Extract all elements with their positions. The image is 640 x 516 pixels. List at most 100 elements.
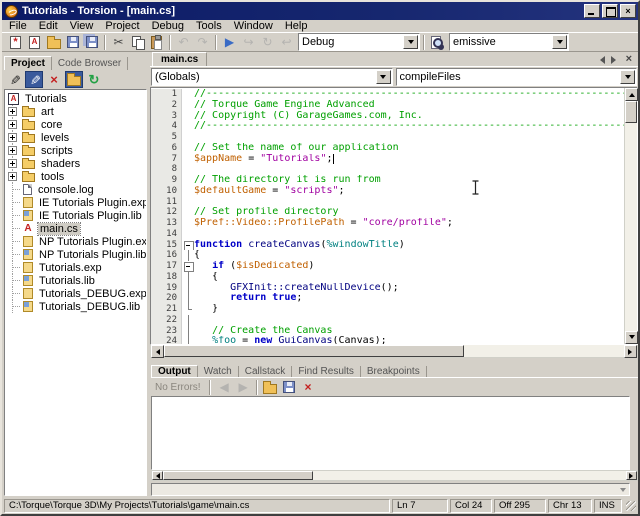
tree-item-np-tutorials-plugin-exp[interactable]: NP Tutorials Plugin.exp [5,235,146,248]
refresh-icon[interactable]: ↻ [85,71,103,88]
menu-item-edit[interactable]: Edit [33,20,64,32]
tab-scroll-left-icon[interactable] [596,56,605,64]
tree-item-tutorials-exp[interactable]: Tutorials.exp [5,261,146,274]
tree-item-core[interactable]: core [5,118,146,131]
expand-icon[interactable] [8,172,17,181]
scroll-right-icon[interactable] [624,345,637,358]
open-icon[interactable] [45,34,62,50]
editor-vertical-scrollbar[interactable] [624,88,637,344]
sidebar-tab-project[interactable]: Project [4,56,52,70]
fold-toggle-icon[interactable] [181,240,194,251]
scope-combo[interactable]: (Globals) [151,68,393,86]
menu-item-file[interactable]: File [3,20,33,32]
debug-config-combo[interactable]: Debug [298,33,420,51]
expand-icon[interactable] [8,107,17,116]
minimize-button[interactable] [584,4,600,18]
dock-tab-output[interactable]: Output [151,365,198,377]
debug-config-dropdown-button[interactable] [403,35,418,49]
new-script-icon[interactable] [7,34,24,50]
search-dropdown-button[interactable] [552,35,567,49]
expand-icon[interactable] [8,159,17,168]
output-console[interactable] [151,396,630,470]
search-combo[interactable]: emissive [449,33,569,51]
command-entry[interactable] [151,483,630,496]
output-scroll-thumb[interactable] [163,471,313,480]
copy-icon[interactable] [129,34,146,50]
scroll-up-icon[interactable] [625,88,638,101]
tree-item-art[interactable]: art [5,105,146,118]
code-line-5: 5 [151,132,624,143]
menu-item-project[interactable]: Project [99,20,145,32]
scope-dropdown-button[interactable] [376,70,391,84]
tree-item-levels[interactable]: levels [5,131,146,144]
output-scroll-right-icon[interactable] [626,471,637,480]
sidebar-tabs: ProjectCode Browser [4,54,147,70]
scroll-left-icon[interactable] [151,345,164,358]
resize-grip[interactable] [624,499,637,512]
close-button[interactable]: × [620,4,636,18]
open-log-icon[interactable] [262,379,279,395]
tab-close-icon[interactable]: × [626,55,632,64]
tree-item-ie-tutorials-plugin-lib[interactable]: IE Tutorials Plugin.lib [5,209,146,222]
project-icon [8,93,19,105]
open-project-folder-icon[interactable] [65,71,83,88]
tree-item-console-log[interactable]: console.log [5,183,146,196]
command-entry-dropdown-icon [620,488,626,495]
menu-item-tools[interactable]: Tools [190,20,228,32]
scroll-down-icon[interactable] [625,331,638,344]
output-horizontal-scrollbar[interactable] [151,470,638,481]
tree-item-scripts[interactable]: scripts [5,144,146,157]
save-log-icon[interactable] [281,379,298,395]
horizontal-scroll-thumb[interactable] [164,345,464,357]
save-all-icon[interactable] [83,34,100,50]
dock-tab-find-results[interactable]: Find Results [292,366,361,377]
menu-item-help[interactable]: Help [279,20,314,32]
menu-item-window[interactable]: Window [228,20,279,32]
tree-item-shaders[interactable]: shaders [5,157,146,170]
tab-scroll-right-icon[interactable] [611,56,620,64]
remove-item-icon[interactable]: × [45,71,63,88]
function-dropdown-button[interactable] [620,70,635,84]
cut-icon[interactable]: ✂ [110,34,127,50]
output-scroll-left-icon[interactable] [152,471,163,480]
sidebar-tab-code-browser[interactable]: Code Browser [52,57,128,70]
dock-tab-watch[interactable]: Watch [198,366,239,377]
find-in-files-icon[interactable] [429,34,446,50]
code-line-9: 9// The directory it is run from [151,175,624,186]
maximize-button[interactable] [602,4,618,18]
tree-item-tutorials-debug-lib[interactable]: Tutorials_DEBUG.lib [5,300,146,313]
code-text: %foo = new GuiCanvas(Canvas); [194,336,624,344]
status-file-path: C:\Torque\Torque 3D\My Projects\Tutorial… [4,499,390,513]
code-text [194,229,624,240]
code-editor[interactable]: 1//-------------------------------------… [151,88,624,344]
fold-toggle-icon[interactable] [181,261,194,272]
clear-log-icon[interactable]: × [300,379,317,395]
paste-icon[interactable] [148,34,165,50]
tree-item-np-tutorials-plugin-lib[interactable]: NP Tutorials Plugin.lib [5,248,146,261]
editor-tab-main-cs[interactable]: main.cs [152,52,207,66]
editor-horizontal-scrollbar[interactable] [150,345,638,358]
save-icon[interactable] [64,34,81,50]
edit-scripts-icon[interactable]: ✎ [25,71,43,88]
run-icon[interactable]: ▶ [221,34,238,50]
new-project-icon[interactable] [26,34,43,50]
expand-icon[interactable] [8,133,17,142]
dock-tab-callstack[interactable]: Callstack [239,366,293,377]
vertical-scroll-thumb[interactable] [625,101,637,123]
tree-item-tutorials-debug-exp[interactable]: Tutorials_DEBUG.exp [5,287,146,300]
line-number: 8 [151,164,181,175]
tree-item-tools[interactable]: tools [5,170,146,183]
tree-item-tutorials[interactable]: Tutorials [5,92,146,105]
menu-item-view[interactable]: View [64,20,100,32]
expand-icon[interactable] [8,120,17,129]
dock-tab-breakpoints[interactable]: Breakpoints [361,366,427,377]
code-text: // Copyright (C) GarageGames.com, Inc. [194,111,624,122]
function-combo[interactable]: compileFiles [396,68,638,86]
tree-item-tutorials-lib[interactable]: Tutorials.lib [5,274,146,287]
tree-item-ie-tutorials-plugin-exp[interactable]: IE Tutorials Plugin.exp [5,196,146,209]
tree-item-main-cs[interactable]: main.cs [5,222,146,235]
code-text: $appName = "Tutorials"; [194,154,624,165]
edit-pencil-icon[interactable]: ✎ [5,71,23,88]
expand-icon[interactable] [8,146,17,155]
menu-item-debug[interactable]: Debug [146,20,190,32]
